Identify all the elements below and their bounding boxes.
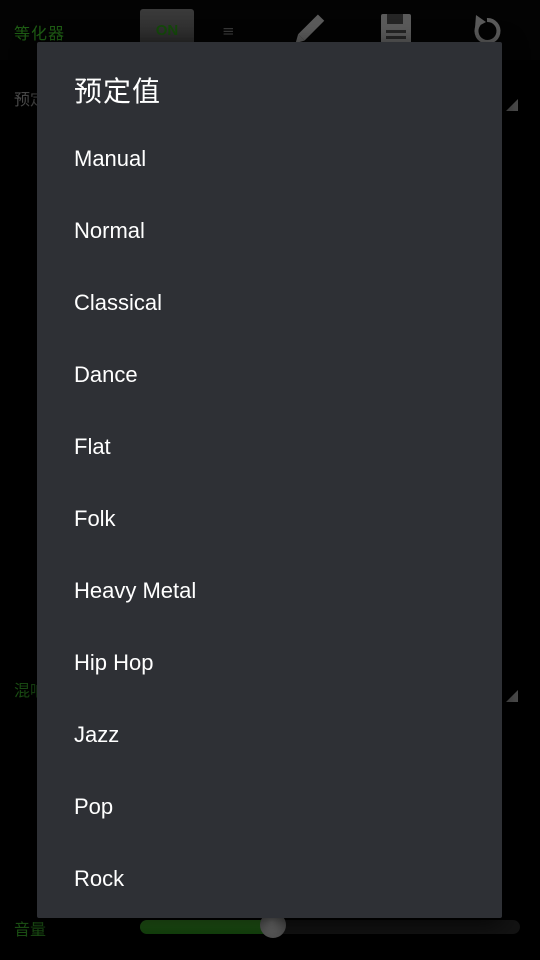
preset-option[interactable]: Dance bbox=[37, 339, 502, 411]
dialog-title: 预定值 bbox=[74, 75, 162, 108]
preset-option[interactable]: Jazz bbox=[37, 699, 502, 771]
preset-option[interactable]: Pop bbox=[37, 771, 502, 843]
preset-option[interactable]: Heavy Metal bbox=[37, 555, 502, 627]
equalizer-screen: 等化器 ON ≡ 预定 混响 音量 预定值 Manual Normal Clas… bbox=[0, 0, 540, 960]
preset-option-list: Manual Normal Classical Dance Flat Folk … bbox=[37, 123, 502, 915]
preset-option[interactable]: Flat bbox=[37, 411, 502, 483]
preset-option[interactable]: Manual bbox=[37, 123, 502, 195]
preset-option[interactable]: Hip Hop bbox=[37, 627, 502, 699]
preset-option[interactable]: Folk bbox=[37, 483, 502, 555]
preset-option[interactable]: Rock bbox=[37, 843, 502, 915]
preset-option[interactable]: Classical bbox=[37, 267, 502, 339]
preset-dialog: 预定值 Manual Normal Classical Dance Flat F… bbox=[37, 42, 502, 918]
preset-option[interactable]: Normal bbox=[37, 195, 502, 267]
